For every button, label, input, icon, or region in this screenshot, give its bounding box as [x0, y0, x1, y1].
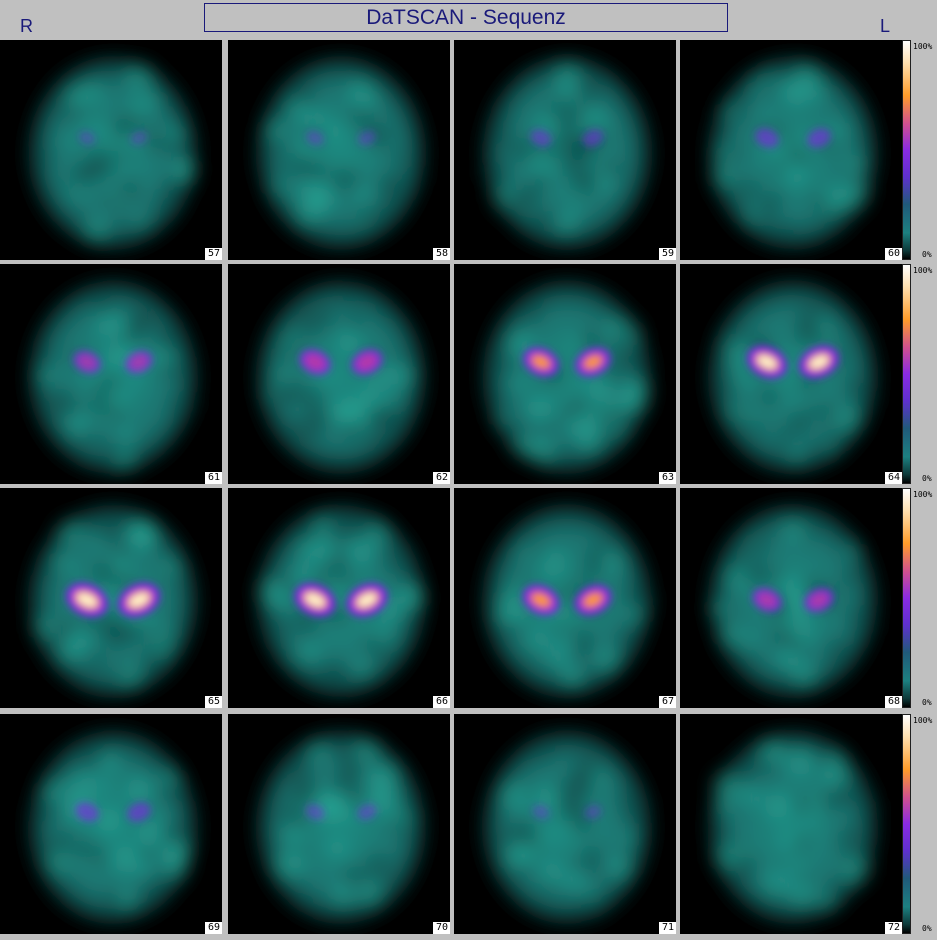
slice-65[interactable]: 65: [0, 488, 222, 708]
slice-68[interactable]: 68: [680, 488, 902, 708]
spect-slice-image: [29, 731, 197, 923]
spect-slice-image: [483, 505, 654, 697]
slice-number-label: 63: [657, 471, 676, 484]
sequence-title: DaTSCAN - Sequenz: [204, 3, 728, 32]
slice-number-label: 59: [657, 247, 676, 260]
slice-number-label: 69: [203, 921, 222, 934]
spect-slice-image: [709, 731, 878, 923]
intensity-colorbar: [902, 488, 911, 708]
right-side-orientation-label: R: [20, 16, 33, 36]
colorbar-max-label: 100%: [913, 266, 933, 275]
slice-62[interactable]: 62: [228, 264, 450, 484]
colorbar-max-label: 100%: [913, 42, 933, 51]
slice-number-label: 72: [883, 921, 902, 934]
slice-number-label: 61: [203, 471, 222, 484]
slice-number-label: 57: [203, 247, 222, 260]
slice-number-label: 70: [431, 921, 450, 934]
colorbar-min-label: 0%: [922, 698, 932, 707]
slice-number-label: 65: [203, 695, 222, 708]
slice-number-label: 62: [431, 471, 450, 484]
spect-slice-image: [257, 281, 425, 473]
slice-67[interactable]: 67: [454, 488, 676, 708]
viewer-header: R DaTSCAN - Sequenz L: [0, 0, 937, 40]
spect-slice-image: [483, 57, 651, 249]
slice-70[interactable]: 70: [228, 714, 450, 934]
slice-72[interactable]: 72: [680, 714, 902, 934]
intensity-colorbar: [902, 264, 911, 484]
slice-number-label: 60: [883, 247, 902, 260]
slice-60[interactable]: 60: [680, 40, 902, 260]
spect-slice-image: [709, 57, 877, 249]
spect-slice-image: [29, 505, 197, 697]
spect-slice-image: [29, 281, 197, 475]
spect-slice-image: [257, 731, 425, 923]
slice-69[interactable]: 69: [0, 714, 222, 934]
slice-63[interactable]: 63: [454, 264, 676, 484]
spect-slice-image: [483, 281, 651, 473]
intensity-colorbar: [902, 40, 911, 260]
slice-number-label: 64: [883, 471, 902, 484]
slice-61[interactable]: 61: [0, 264, 222, 484]
slice-64[interactable]: 64: [680, 264, 902, 484]
slice-71[interactable]: 71: [454, 714, 676, 934]
colorbar-max-label: 100%: [913, 716, 933, 725]
spect-slice-image: [257, 57, 425, 249]
colorbar-min-label: 0%: [922, 250, 932, 259]
spect-slice-image: [29, 57, 197, 249]
slice-57[interactable]: 57: [0, 40, 222, 260]
spect-slice-image: [257, 505, 425, 697]
spect-slice-image: [483, 731, 651, 923]
slice-number-label: 67: [657, 695, 676, 708]
slice-number-label: 66: [431, 695, 450, 708]
slice-58[interactable]: 58: [228, 40, 450, 260]
colorbar-min-label: 0%: [922, 924, 932, 933]
slice-number-label: 68: [883, 695, 902, 708]
slice-number-label: 58: [431, 247, 450, 260]
slice-59[interactable]: 59: [454, 40, 676, 260]
intensity-colorbar: [902, 714, 911, 934]
spect-slice-image: [709, 281, 877, 473]
spect-slice-image: [709, 505, 877, 697]
left-side-orientation-label: L: [880, 16, 891, 36]
slice-66[interactable]: 66: [228, 488, 450, 708]
colorbar-max-label: 100%: [913, 490, 933, 499]
colorbar-min-label: 0%: [922, 474, 932, 483]
slice-number-label: 71: [657, 921, 676, 934]
